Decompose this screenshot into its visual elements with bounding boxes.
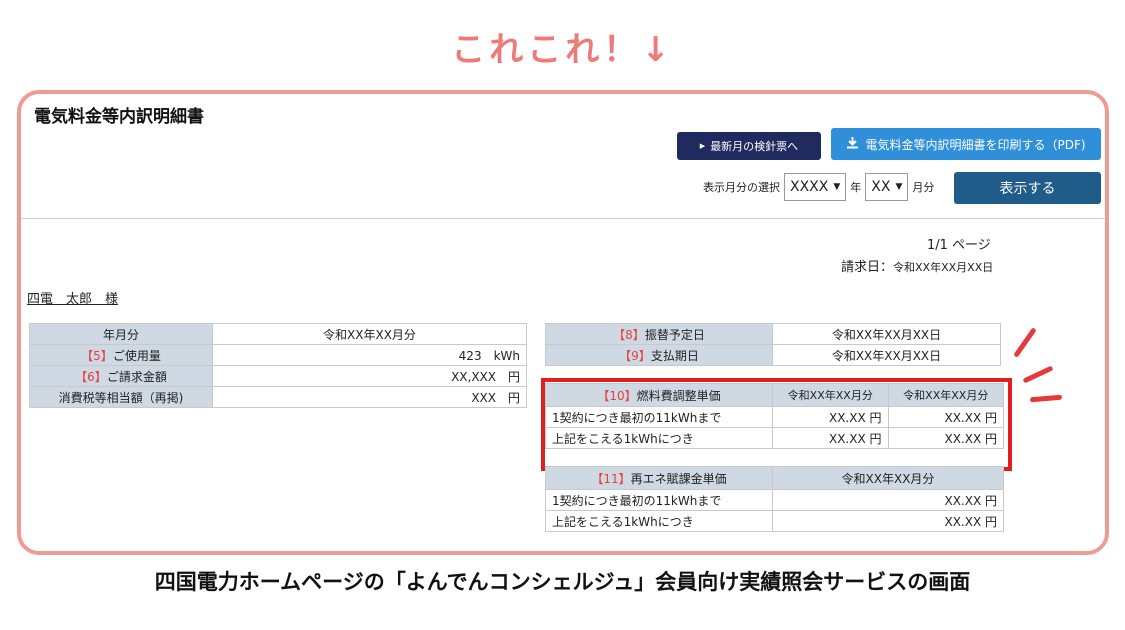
table-row: 消費税等相当額（再掲) XXX 円 bbox=[29, 386, 527, 408]
page-title: 電気料金等内訳明細書 bbox=[34, 107, 204, 127]
download-icon bbox=[846, 136, 859, 152]
fuel-adjustment-table: 【10】燃料費調整単価 令和XX年XX月分 令和XX年XX月分 1契約につき最初… bbox=[545, 383, 1004, 449]
latest-meter-label: 最新月の検針票へ bbox=[710, 140, 799, 153]
table-header-row: 【10】燃料費調整単価 令和XX年XX月分 令和XX年XX月分 bbox=[545, 383, 1004, 407]
table-row: 1契約につき最初の11kWhまで XX.XX 円 bbox=[545, 489, 1004, 511]
table-row: 上記をこえる1kWhにつき XX.XX 円 bbox=[545, 510, 1004, 532]
divider bbox=[21, 218, 1105, 219]
show-button[interactable]: 表示する bbox=[954, 172, 1101, 204]
print-pdf-label: 電気料金等内訳明細書を印刷する（PDF) bbox=[865, 137, 1086, 152]
table-row: 【8】振替予定日 令和XX年XX月XX日 bbox=[545, 323, 1001, 345]
renewable-surcharge-table: 【11】再エネ賦課金単価 令和XX年XX月分 1契約につき最初の11kWhまで … bbox=[545, 466, 1004, 532]
caption: 四国電力ホームページの「よんでんコンシェルジュ」会員向け実績照会サービスの画面 bbox=[154, 570, 971, 594]
latest-meter-button[interactable]: ▶ 最新月の検針票へ bbox=[677, 132, 821, 160]
screenshot-frame: 電気料金等内訳明細書 ▶ 最新月の検針票へ 電気料金等内訳明細書を印刷する（PD… bbox=[17, 90, 1109, 555]
table-row: 年月分 令和XX年XX月分 bbox=[29, 323, 527, 345]
month-unit: 月分 bbox=[912, 181, 935, 194]
summary-table: 年月分 令和XX年XX月分 【5】ご使用量 423 kWh 【6】ご請求金額 X… bbox=[29, 323, 527, 408]
bill-date: 請求日：令和XX年XX月XX日 bbox=[841, 260, 994, 275]
payment-dates-table: 【8】振替予定日 令和XX年XX月XX日 【9】支払期日 令和XX年XX月XX日 bbox=[545, 323, 1001, 366]
print-pdf-button[interactable]: 電気料金等内訳明細書を印刷する（PDF) bbox=[831, 128, 1101, 160]
table-row: 1契約につき最初の11kWhまで XX.XX 円 XX.XX 円 bbox=[545, 406, 1004, 428]
table-row: 【9】支払期日 令和XX年XX月XX日 bbox=[545, 344, 1001, 366]
month-select[interactable]: XX ▼ bbox=[865, 173, 909, 201]
caret-down-icon: ▼ bbox=[833, 182, 841, 192]
customer-name: 四電 太郎 様 bbox=[27, 292, 119, 307]
table-row: 【6】ご請求金額 XX,XXX 円 bbox=[29, 365, 527, 387]
page-indicator: 1/1 ページ bbox=[927, 238, 991, 253]
annotation-handwriting: これこれ！↓ bbox=[451, 30, 674, 70]
year-unit: 年 bbox=[850, 181, 862, 194]
table-row: 【5】ご使用量 423 kWh bbox=[29, 344, 527, 366]
select-label: 表示月分の選択 bbox=[703, 181, 780, 194]
month-selector: 表示月分の選択 XXXX ▼ 年 XX ▼ 月分 bbox=[703, 172, 934, 202]
table-row: 上記をこえる1kWhにつき XX.XX 円 XX.XX 円 bbox=[545, 427, 1004, 449]
table-header-row: 【11】再エネ賦課金単価 令和XX年XX月分 bbox=[545, 466, 1004, 490]
caret-down-icon: ▼ bbox=[895, 182, 903, 192]
play-icon: ▶ bbox=[699, 142, 706, 150]
year-select[interactable]: XXXX ▼ bbox=[784, 173, 847, 201]
